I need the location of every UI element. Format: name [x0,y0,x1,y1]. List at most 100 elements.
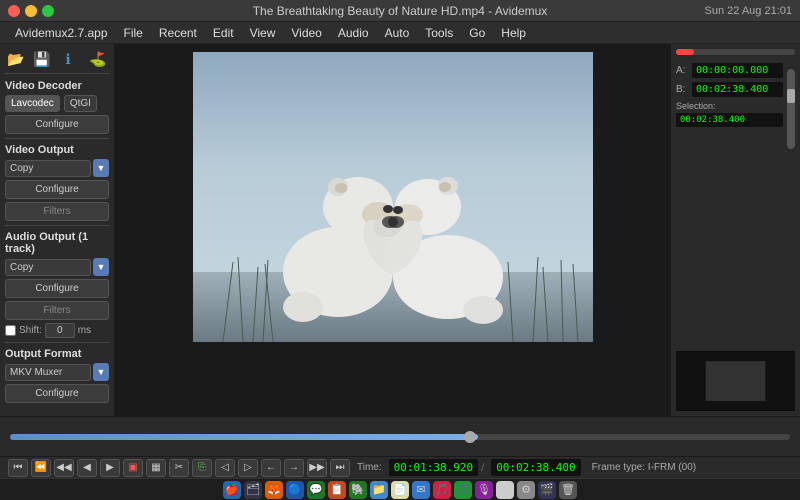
menu-audio[interactable]: Audio [331,24,376,42]
dock-evernote[interactable]: 🐘 [349,481,367,499]
volume-slider[interactable] [787,69,795,149]
info-icon[interactable]: ℹ [57,49,79,69]
dock-music[interactable]: 🎵 [433,481,451,499]
dock-mail[interactable]: ✉ [412,481,430,499]
timecode-a-value: 00:00:00.000 [692,63,783,78]
right-panel: A: 00:00:00.000 B: 00:02:38.400 Selectio… [670,44,800,416]
filter-icon[interactable]: ⛳ [87,49,109,69]
configure-video-output-button[interactable]: Configure [5,180,109,199]
video-content [193,52,593,342]
volume-thumb[interactable] [787,89,795,103]
mark-in-button[interactable]: ▣ [123,459,143,477]
selection-value: 00:02:38.400 [676,113,783,127]
nav-left-button[interactable]: ◁ [215,459,235,477]
prev-frame-button[interactable]: ⏪ [31,459,51,477]
output-format-select[interactable]: MKV Muxer [5,364,91,381]
controls-bar: ⏮ ⏪ ◀◀ ◀ ▶ ▣ ▦ ✂ ⎘ ◁ ▷ ← → ▶▶ ⏭ Time: 00… [0,456,800,478]
paste-button[interactable]: ⎘ [192,459,212,477]
dock-podcasts[interactable]: 🎙 [475,481,493,499]
play-back-button[interactable]: ◀ [77,459,97,477]
codec-row: Lavcodec QtGI [5,95,109,112]
mini-progress-fill [676,49,694,55]
timecode-a-label: A: [676,65,688,76]
close-button[interactable] [8,5,20,17]
dock-chess[interactable]: ♟ [496,481,514,499]
audio-output-arrow[interactable]: ▼ [93,258,109,276]
shift-row: Shift: ms [5,323,109,338]
menu-go[interactable]: Go [462,24,492,42]
time-label: Time: [357,462,382,473]
menu-file[interactable]: File [117,24,150,42]
nav-right-button[interactable]: ▷ [238,459,258,477]
minimize-button[interactable] [25,5,37,17]
dock-notes[interactable]: 📋 [328,481,346,499]
main-content: 📂 💾 ℹ ⛳ Video Decoder Lavcodec QtGI Conf… [0,44,800,416]
sidebar-toolbar: 📂 💾 ℹ ⛳ [5,49,109,74]
menu-tools[interactable]: Tools [418,24,460,42]
maximize-button[interactable] [42,5,54,17]
menu-video[interactable]: Video [284,24,328,42]
nav-left2-button[interactable]: ← [261,459,281,477]
configure-video-decoder-button[interactable]: Configure [5,115,109,134]
configure-audio-output-button[interactable]: Configure [5,279,109,298]
window-controls[interactable] [8,5,54,17]
video-output-select-row: Copy ▼ [5,159,109,177]
qtgi-button[interactable]: QtGI [64,95,97,112]
titlebar-right: Sun 22 Aug 21:01 [705,5,792,17]
go-start-button[interactable]: ⏮ [8,459,28,477]
rewind-button[interactable]: ◀◀ [54,459,74,477]
dock-docs[interactable]: 📄 [391,481,409,499]
timeline-bar[interactable] [10,434,790,440]
audio-filters-button[interactable]: Filters [5,301,109,320]
dock-trash[interactable]: 🗑 [559,481,577,499]
configure-output-format-button[interactable]: Configure [5,384,109,403]
audio-output-select-row: Copy ▼ [5,258,109,276]
nav-right2-button[interactable]: → [284,459,304,477]
play-button[interactable]: ▶ [100,459,120,477]
mini-progress-bar[interactable] [676,49,795,55]
shift-label: Shift: [19,325,42,336]
menu-app[interactable]: Avidemux2.7.app [8,24,115,42]
menu-help[interactable]: Help [494,24,533,42]
dock-spotify[interactable]: 🎵 [454,481,472,499]
timeline-fill [10,434,478,440]
dock-firefox[interactable]: 🦊 [265,481,283,499]
video-output-label: Video Output [5,144,109,156]
mark-out-button[interactable]: ▦ [146,459,166,477]
sidebar: 📂 💾 ℹ ⛳ Video Decoder Lavcodec QtGI Conf… [0,44,115,416]
video-area [115,44,670,416]
menu-view[interactable]: View [243,24,283,42]
dock-avidemux[interactable]: 🎬 [538,481,556,499]
dock-files[interactable]: 📁 [370,481,388,499]
dock: 🍎 🗂 🦊 🔵 💬 📋 🐘 📁 📄 ✉ 🎵 🎵 🎙 ♟ ⚙ 🎬 🗑 [0,478,800,500]
timecode-b-label: B: [676,84,688,95]
go-end-button[interactable]: ⏭ [330,459,350,477]
frame-type: Frame type: I-FRM (00) [592,462,696,473]
output-format-arrow[interactable]: ▼ [93,363,109,381]
fast-forward-button[interactable]: ▶▶ [307,459,327,477]
video-frame [193,52,593,342]
dock-whatsapp[interactable]: 💬 [307,481,325,499]
timeline-thumb[interactable] [464,431,476,443]
video-decoder-label: Video Decoder [5,80,109,92]
audio-output-select[interactable]: Copy [5,259,91,276]
menu-recent[interactable]: Recent [152,24,204,42]
shift-checkbox[interactable] [5,325,16,336]
menu-edit[interactable]: Edit [206,24,241,42]
output-format-select-row: MKV Muxer ▼ [5,363,109,381]
video-output-arrow[interactable]: ▼ [93,159,109,177]
cut-button[interactable]: ✂ [169,459,189,477]
menu-auto[interactable]: Auto [378,24,417,42]
dock-app1[interactable]: 🔵 [286,481,304,499]
total-time: 00:02:38.400 [491,459,580,476]
video-output-select[interactable]: Copy [5,160,91,177]
open-icon[interactable]: 📂 [5,49,27,69]
save-icon[interactable]: 💾 [31,49,53,69]
dock-settings[interactable]: ⚙ [517,481,535,499]
dock-launchpad[interactable]: 🗂 [244,481,262,499]
video-filters-button[interactable]: Filters [5,202,109,221]
lavcodec-button[interactable]: Lavcodec [5,95,60,112]
dock-finder[interactable]: 🍎 [223,481,241,499]
timecode-b-row: B: 00:02:38.400 [676,82,783,97]
shift-input[interactable] [45,323,75,338]
